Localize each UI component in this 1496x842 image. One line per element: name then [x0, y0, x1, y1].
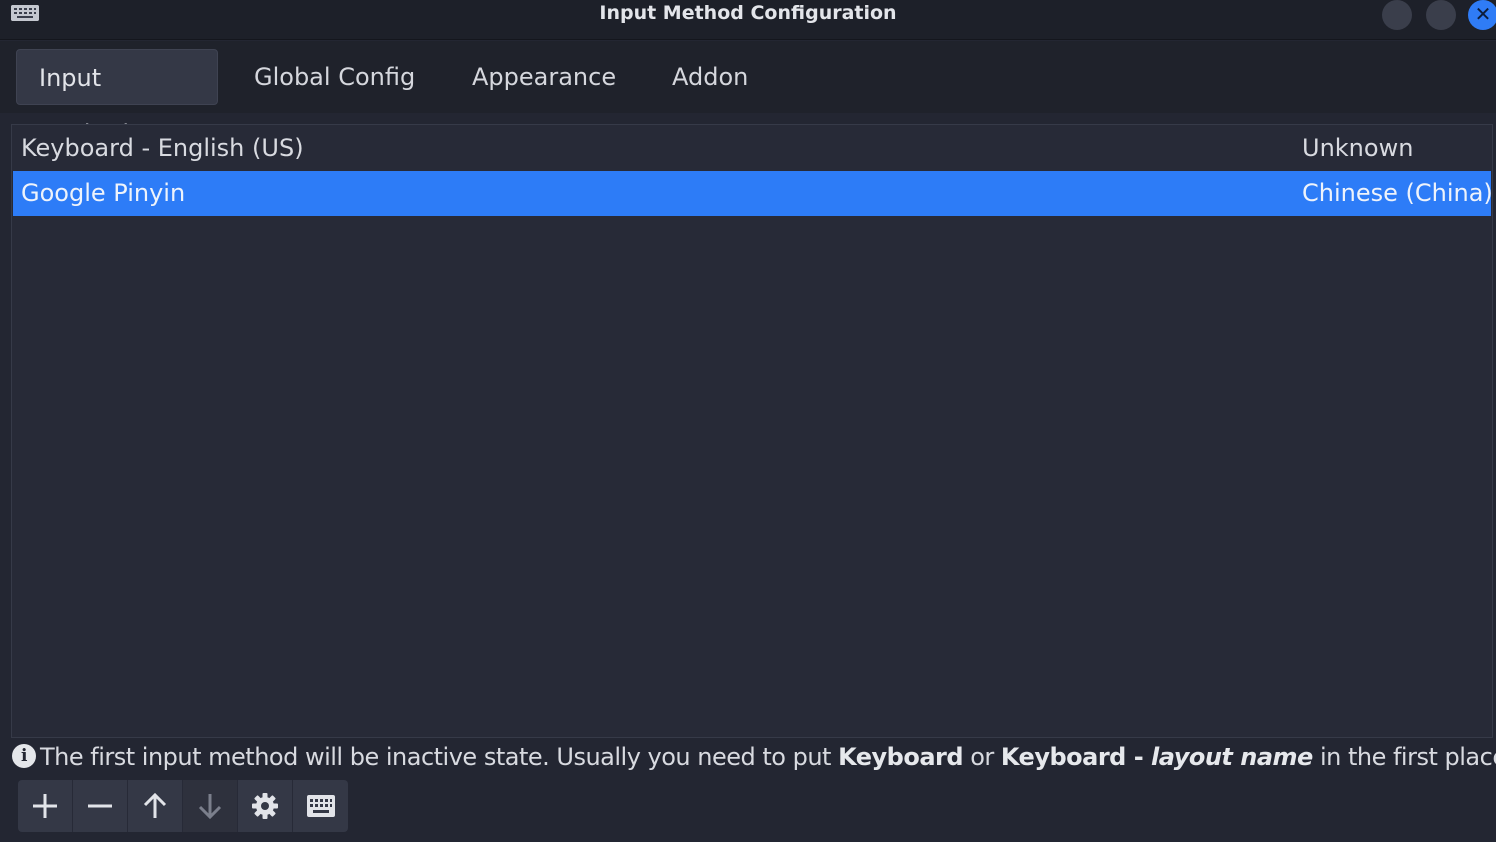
arrow-up-icon	[143, 792, 167, 818]
title-bar: Input Method Configuration ✕	[0, 0, 1496, 40]
input-method-list[interactable]: Keyboard - English (US) Unknown Google P…	[11, 124, 1493, 738]
minus-icon	[88, 804, 112, 808]
move-down-button[interactable]	[183, 780, 238, 832]
info-italic-layout-name: layout name	[1151, 743, 1313, 771]
configure-button[interactable]	[238, 780, 293, 832]
tab-global-config[interactable]: Global Config	[232, 49, 437, 105]
move-up-button[interactable]	[128, 780, 183, 832]
tab-addon[interactable]: Addon	[650, 49, 770, 105]
info-bold-keyboard-layout: Keyboard -	[1000, 743, 1152, 771]
info-bold-keyboard: Keyboard	[838, 743, 964, 771]
input-method-config-window: Input Method Configuration ✕ Input Metho…	[0, 0, 1496, 842]
info-icon: i	[12, 744, 36, 768]
maximize-button[interactable]	[1426, 0, 1456, 30]
info-text-mid: or	[963, 743, 1001, 771]
minimize-button[interactable]	[1382, 0, 1412, 30]
info-text-after: in the first place.	[1312, 743, 1496, 771]
tab-bar: Input Method Global Config Appearance Ad…	[0, 41, 1496, 148]
list-item-selected[interactable]: Google Pinyin Chinese (China)	[13, 171, 1493, 216]
arrow-down-icon	[198, 794, 222, 820]
plus-icon	[33, 794, 57, 818]
add-button[interactable]	[18, 780, 73, 832]
info-message: i The first input method will be inactive…	[12, 738, 1496, 776]
info-text-before: The first input method will be inactive …	[40, 743, 839, 771]
input-method-language: Chinese (China)	[1302, 179, 1493, 207]
gear-icon	[252, 793, 278, 819]
remove-button[interactable]	[73, 780, 128, 832]
input-method-name: Google Pinyin	[21, 179, 186, 207]
close-button[interactable]: ✕	[1468, 0, 1496, 30]
keyboard-layout-button[interactable]	[293, 780, 348, 832]
tab-input-method[interactable]: Input Method	[16, 49, 218, 148]
input-method-language: Unknown	[1302, 134, 1414, 162]
keyboard-icon	[306, 795, 335, 817]
toolbar	[18, 780, 348, 832]
input-method-name: Keyboard - English (US)	[21, 134, 304, 162]
list-item[interactable]: Keyboard - English (US) Unknown	[13, 126, 1491, 171]
close-icon: ✕	[1474, 2, 1492, 26]
tab-appearance[interactable]: Appearance	[450, 49, 638, 105]
window-title: Input Method Configuration	[599, 2, 897, 24]
